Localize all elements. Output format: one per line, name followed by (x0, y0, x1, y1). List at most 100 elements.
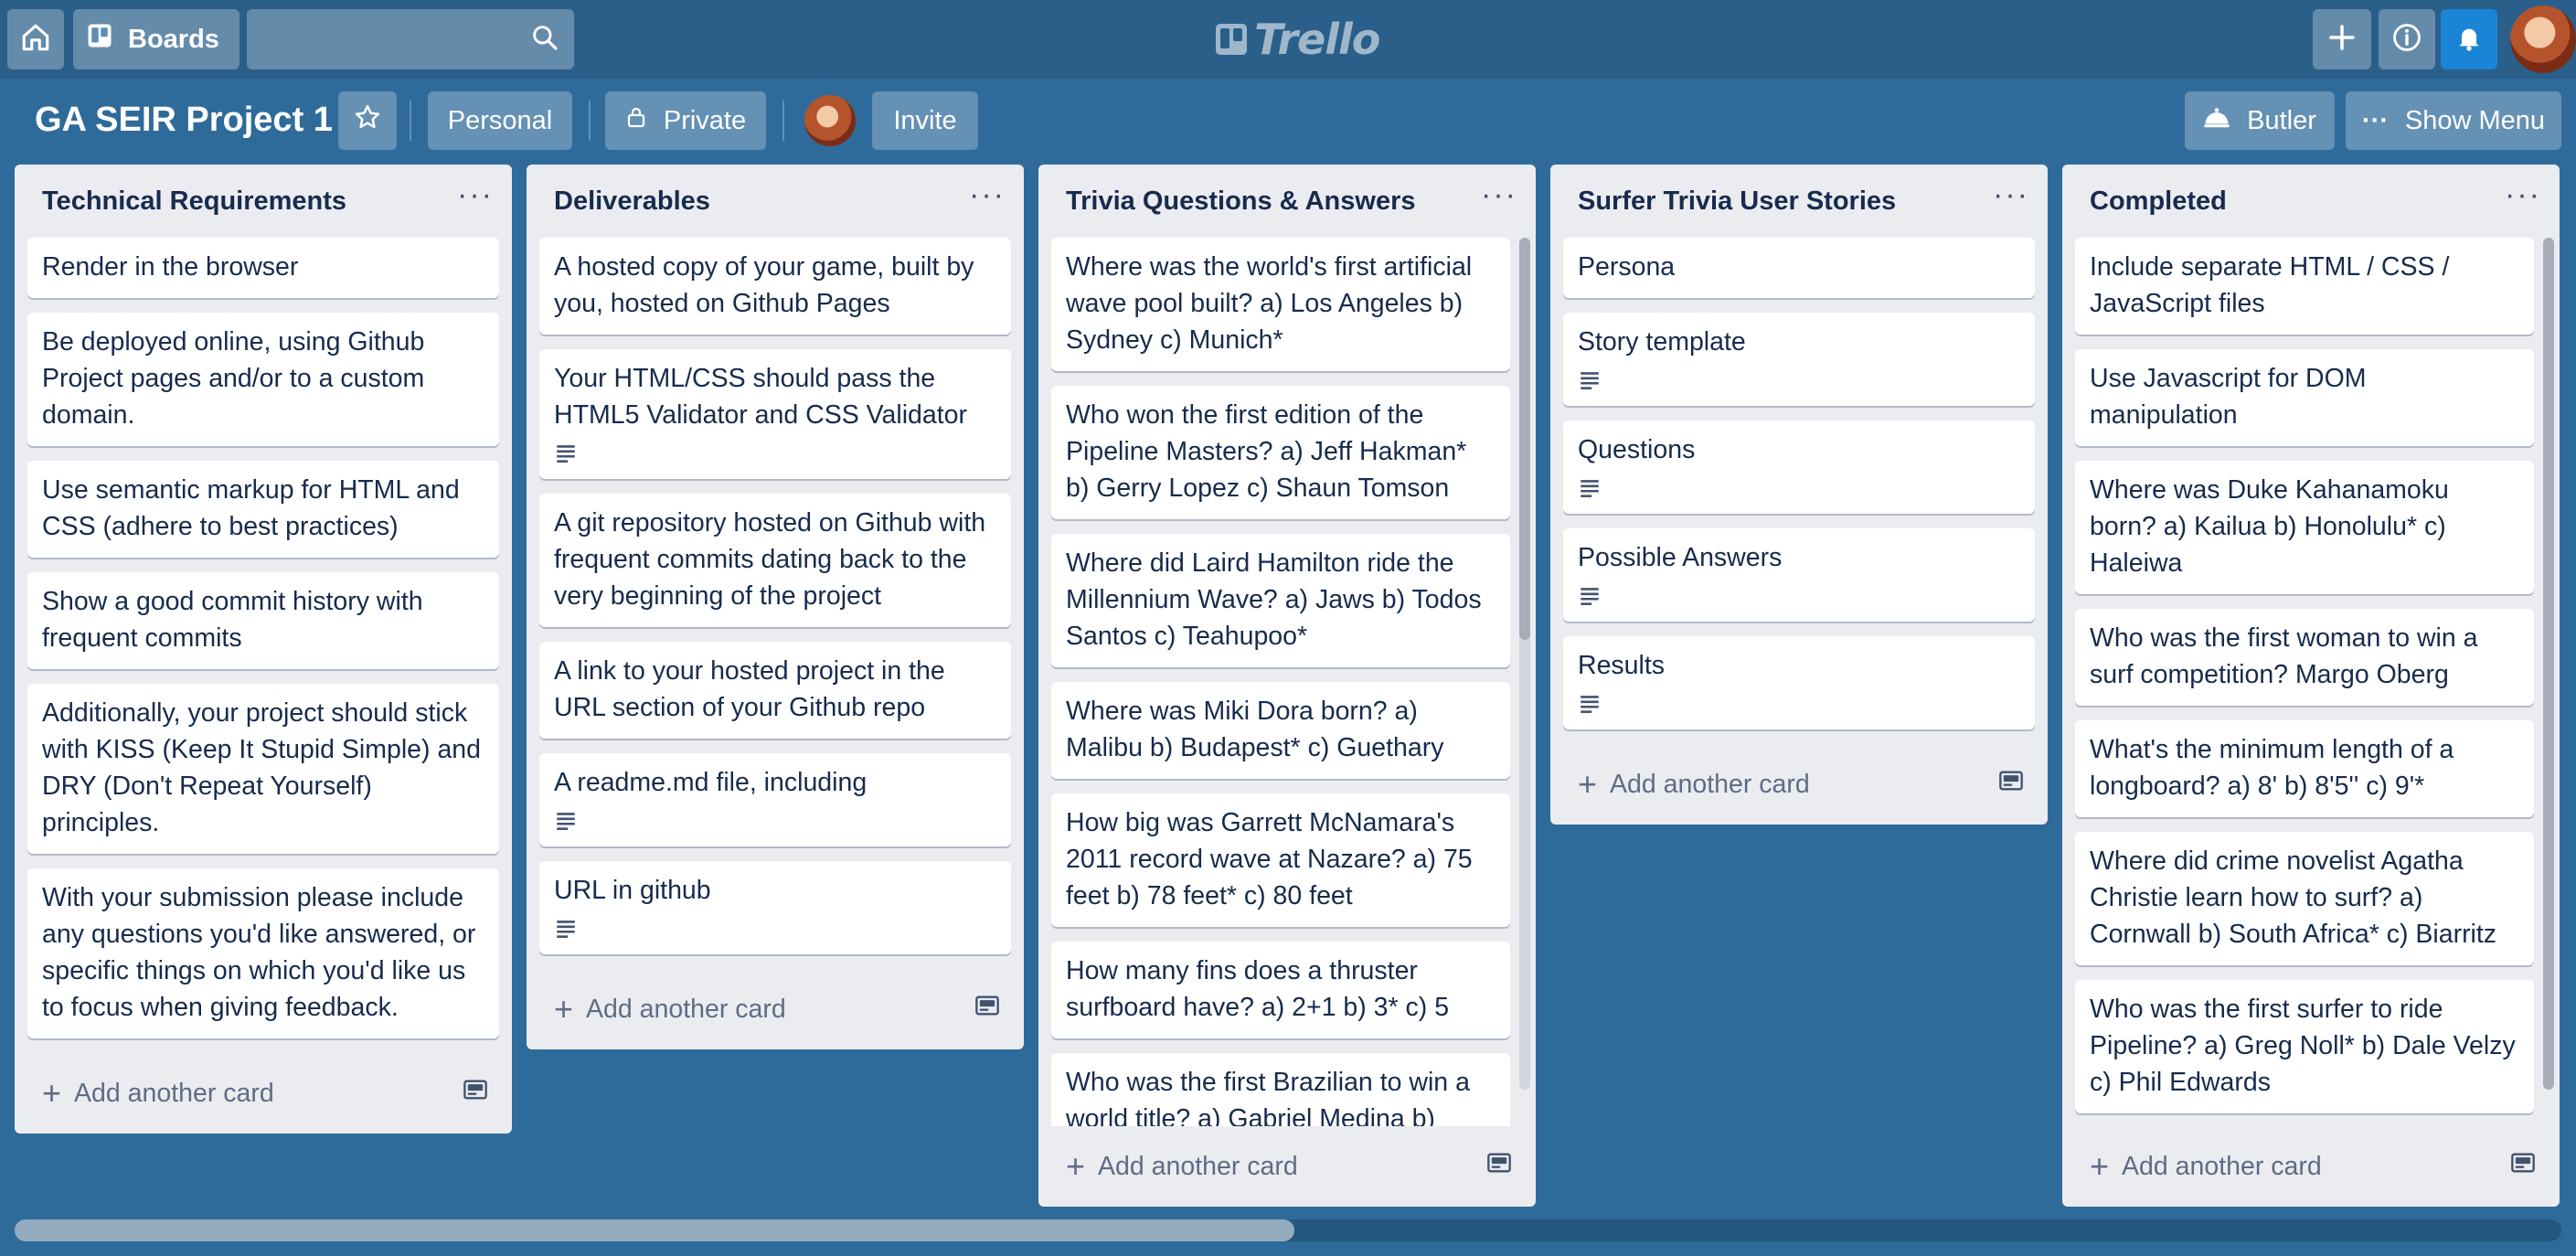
add-card-button[interactable]: + Add another card (1578, 768, 1810, 801)
card[interactable]: Where was the world's first artificial w… (1051, 238, 1510, 371)
create-button[interactable] (2313, 9, 2371, 69)
card[interactable]: Questions (1563, 420, 2035, 514)
boards-button[interactable]: Boards (73, 9, 240, 69)
list-menu-icon[interactable]: ··· (1481, 179, 1517, 217)
list[interactable]: Deliverables ··· A hosted copy of your gam… (527, 165, 1024, 1049)
list-header[interactable]: Surfer Trivia User Stories ··· (1563, 165, 2035, 238)
card[interactable]: What's the minimum length of a longboard… (2075, 720, 2534, 817)
butler-bell-icon (2203, 105, 2230, 136)
star-board-button[interactable] (338, 91, 397, 150)
card-template-icon[interactable] (1486, 1151, 1512, 1182)
card[interactable]: A git repository hosted on Github with f… (539, 494, 1011, 627)
card[interactable]: Where did crime novelist Agatha Christie… (2075, 832, 2534, 965)
list-header[interactable]: Deliverables ··· (539, 165, 1011, 238)
card[interactable]: Who was the first Brazilian to win a wor… (1051, 1053, 1510, 1126)
board-title[interactable]: GA SEIR Project 1 (35, 97, 333, 143)
card[interactable]: Where did Laird Hamilton ride the Millen… (1051, 534, 1510, 667)
list-title[interactable]: Trivia Questions & Answers (1066, 186, 1416, 217)
card[interactable]: Results (1563, 636, 2035, 729)
show-menu-label: Show Menu (2404, 105, 2546, 135)
horizontal-scrollbar[interactable] (15, 1219, 2561, 1241)
list-title[interactable]: Technical Requirements (42, 186, 346, 217)
lock-icon (625, 105, 647, 136)
card-template-icon[interactable] (1998, 769, 2024, 800)
horizontal-scrollbar-thumb[interactable] (15, 1219, 1294, 1241)
add-card-button[interactable]: + Add another card (42, 1077, 274, 1110)
list-title[interactable]: Completed (2090, 186, 2227, 217)
card[interactable]: A readme.md file, including (539, 753, 1011, 846)
card[interactable]: How big was Garrett McNamara's 2011 reco… (1051, 793, 1510, 927)
card-title: Render in the browser (42, 252, 299, 282)
home-button[interactable] (7, 9, 64, 69)
list-menu-icon[interactable]: ··· (1993, 179, 2029, 217)
list-menu-icon[interactable]: ··· (457, 179, 494, 217)
card[interactable]: Who was the first surfer to ride Pipelin… (2075, 980, 2534, 1113)
card-title: Where did crime novelist Agatha Christie… (2090, 846, 2497, 949)
list-scrollbar-thumb[interactable] (1519, 238, 1530, 640)
list-title[interactable]: Surfer Trivia User Stories (1578, 186, 1896, 217)
show-menu-button[interactable]: ··· Show Menu (2346, 91, 2561, 150)
butler-button[interactable]: Butler (2185, 91, 2335, 150)
list-title[interactable]: Deliverables (554, 186, 710, 217)
card-title: Story template (1578, 327, 1746, 357)
list-header[interactable]: Technical Requirements ··· (27, 165, 499, 238)
list-header[interactable]: Completed ··· (2075, 165, 2547, 238)
add-card-label: Add another card (2122, 1151, 2322, 1181)
add-card-button[interactable]: + Add another card (554, 993, 786, 1026)
list-scrollbar[interactable] (2543, 238, 2554, 1090)
add-card-button[interactable]: + Add another card (1066, 1150, 1298, 1183)
list-scrollbar-thumb[interactable] (2543, 238, 2554, 1090)
card[interactable]: Be deployed online, using Github Project… (27, 313, 499, 446)
add-card-button[interactable]: + Add another card (2090, 1150, 2322, 1183)
header-divider (782, 101, 784, 141)
card[interactable]: Persona (1563, 238, 2035, 298)
info-button[interactable] (2379, 9, 2435, 69)
list[interactable]: Technical Requirements ··· Render in the b… (15, 165, 512, 1134)
description-icon (554, 914, 996, 942)
card-template-icon[interactable] (463, 1078, 488, 1109)
card-title: A git repository hosted on Github with f… (554, 508, 986, 611)
bell-icon (2454, 23, 2484, 57)
card[interactable]: How many fins does a thruster surfboard … (1051, 942, 1510, 1038)
card[interactable]: With your submission please include any … (27, 868, 499, 1038)
card-title: Use Javascript for DOM manipulation (2090, 364, 2367, 430)
card[interactable]: Where was Duke Kahanamoku born? a) Kailu… (2075, 461, 2534, 594)
list[interactable]: Completed ··· Include separate HTML / CSS … (2062, 165, 2560, 1207)
card[interactable]: Include separate HTML / CSS / JavaScript… (2075, 238, 2534, 335)
member-avatar[interactable] (804, 95, 856, 146)
card[interactable]: Use semantic markup for HTML and CSS (ad… (27, 461, 499, 558)
list[interactable]: Trivia Questions & Answers ··· Where was t… (1038, 165, 1536, 1207)
card-template-icon[interactable] (2510, 1151, 2536, 1182)
card[interactable]: Additionally, your project should stick … (27, 684, 499, 854)
card-title: Where was Miki Dora born? a) Malibu b) B… (1066, 697, 1444, 762)
list-footer: + Add another card (1563, 744, 2035, 825)
card[interactable]: Use Javascript for DOM manipulation (2075, 349, 2534, 446)
user-avatar[interactable] (2510, 5, 2576, 73)
card-template-icon[interactable] (974, 994, 1000, 1025)
search-input[interactable] (247, 9, 574, 69)
card[interactable]: Who won the first edition of the Pipelin… (1051, 386, 1510, 519)
list-scrollbar[interactable] (1519, 238, 1530, 1090)
card[interactable]: Render in the browser (27, 238, 499, 298)
list-header[interactable]: Trivia Questions & Answers ··· (1051, 165, 1523, 238)
list-menu-icon[interactable]: ··· (2505, 179, 2541, 217)
list[interactable]: Surfer Trivia User Stories ··· Persona Stor… (1550, 165, 2048, 825)
card[interactable]: Possible Answers (1563, 528, 2035, 622)
description-icon (554, 806, 996, 834)
card[interactable]: URL in github (539, 861, 1011, 954)
invite-button[interactable]: Invite (872, 91, 978, 150)
privacy-button[interactable]: Private (605, 91, 766, 150)
card[interactable]: A hosted copy of your game, built by you… (539, 238, 1011, 335)
card[interactable]: Where was Miki Dora born? a) Malibu b) B… (1051, 682, 1510, 779)
card[interactable]: Who was the first woman to win a surf co… (2075, 609, 2534, 706)
team-visibility-button[interactable]: Personal (428, 91, 572, 150)
card-title: Be deployed online, using Github Project… (42, 327, 425, 430)
card[interactable]: A link to your hosted project in the URL… (539, 642, 1011, 739)
card[interactable]: Story template (1563, 313, 2035, 406)
card[interactable]: Your HTML/CSS should pass the HTML5 Vali… (539, 349, 1011, 479)
notifications-button[interactable] (2441, 9, 2497, 69)
trello-logo-icon (1216, 24, 1247, 55)
trello-logo[interactable]: Trello (1216, 15, 1380, 64)
card[interactable]: Show a good commit history with frequent… (27, 572, 499, 669)
list-menu-icon[interactable]: ··· (969, 179, 1006, 217)
